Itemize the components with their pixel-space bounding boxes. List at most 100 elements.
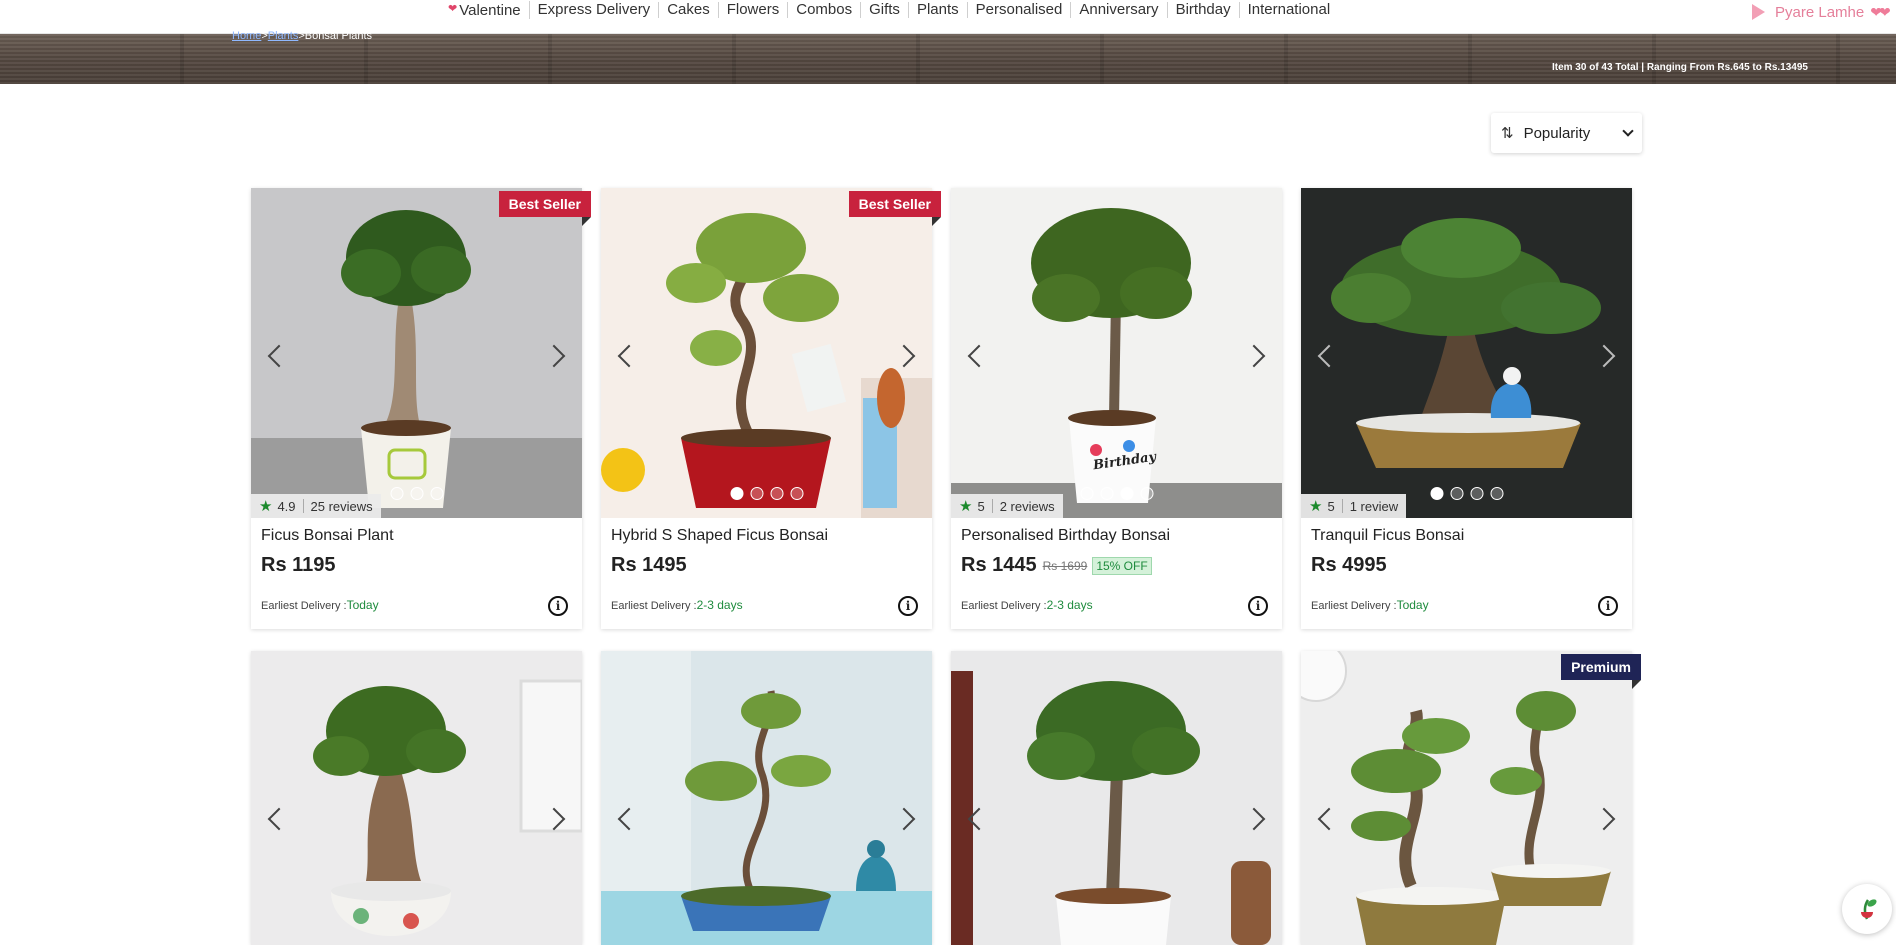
carousel-dot[interactable] xyxy=(1100,487,1113,500)
product-card[interactable] xyxy=(251,651,582,945)
product-price: Rs 1445 Rs 1699 15% OFF xyxy=(961,554,1152,577)
carousel-dot[interactable] xyxy=(1120,487,1133,500)
original-price: Rs 1699 xyxy=(1042,558,1088,573)
item-count-text: Item 30 of 43 Total | Ranging From Rs.64… xyxy=(1551,62,1808,73)
hearts-icon: ❤❤ xyxy=(1870,3,1891,20)
delivery-value: 2-3 days xyxy=(1046,598,1093,612)
nav-item-birthday[interactable]: Birthday xyxy=(1168,2,1240,18)
carousel-dot[interactable] xyxy=(770,487,783,500)
nav-item-cakes[interactable]: Cakes xyxy=(659,2,719,18)
product-card[interactable]: Birthday ★ 5 2 reviews Personalised Birt… xyxy=(951,188,1282,629)
info-icon[interactable]: i xyxy=(1598,596,1618,616)
price-value: Rs 1495 xyxy=(611,554,687,576)
product-title[interactable]: Tranquil Ficus Bonsai xyxy=(1311,527,1464,545)
product-title[interactable]: Personalised Birthday Bonsai xyxy=(961,527,1170,545)
carousel-dot[interactable] xyxy=(390,487,403,500)
product-card[interactable]: Best Seller Hybrid S Shaped Ficus Bonsai… xyxy=(601,188,942,629)
product-price: Rs 4995 xyxy=(1311,554,1387,577)
delivery-label: Earliest Delivery : xyxy=(611,600,697,612)
carousel-dot[interactable] xyxy=(1450,487,1463,500)
delivery-info: Earliest Delivery :2-3 days xyxy=(961,598,1093,612)
carousel-dot[interactable] xyxy=(1470,487,1483,500)
carousel-dot[interactable] xyxy=(430,487,443,500)
product-title[interactable]: Hybrid S Shaped Ficus Bonsai xyxy=(611,527,828,545)
product-image[interactable]: ★ 4.9 25 reviews xyxy=(251,188,582,518)
image-carousel-dots xyxy=(1080,487,1153,500)
review-count: 25 reviews xyxy=(310,498,373,514)
sort-icon: ⇅ xyxy=(1501,125,1514,142)
ficus-bonsai-photo xyxy=(251,188,582,518)
breadcrumb-current: Bonsai Plants xyxy=(304,30,373,42)
delivery-info: Earliest Delivery :2-3 days xyxy=(611,598,743,612)
product-card[interactable]: ★ 5 1 review Tranquil Ficus Bonsai Rs 49… xyxy=(1301,188,1632,629)
review-count: 2 reviews xyxy=(999,498,1055,514)
product-image[interactable] xyxy=(601,651,932,945)
info-icon[interactable]: i xyxy=(548,596,568,616)
premium-badge: Premium xyxy=(1561,654,1641,689)
breadcrumb-home-link[interactable]: Home xyxy=(232,30,261,42)
carousel-dot[interactable] xyxy=(410,487,423,500)
nav-item-plants[interactable]: Plants xyxy=(909,2,968,18)
tranquil-bonsai-photo xyxy=(1301,188,1632,518)
top-navigation: ❤ Valentine Express Delivery Cakes Flower… xyxy=(0,0,1896,34)
plant-logo-icon xyxy=(1861,899,1877,920)
carousel-dot[interactable] xyxy=(1140,487,1153,500)
discount-badge: 15% OFF xyxy=(1092,556,1152,575)
carousel-dot[interactable] xyxy=(730,487,743,500)
product-card[interactable] xyxy=(951,651,1282,945)
info-icon[interactable]: i xyxy=(1248,596,1268,616)
nav-item-personalised[interactable]: Personalised xyxy=(968,2,1072,18)
divider xyxy=(302,499,304,513)
nav-item-international[interactable]: International xyxy=(1240,2,1339,18)
nav-item-combos[interactable]: Combos xyxy=(788,2,862,18)
delivery-info: Earliest Delivery :Today xyxy=(1311,598,1429,612)
carousel-dot[interactable] xyxy=(750,487,763,500)
info-icon[interactable]: i xyxy=(898,596,918,616)
heart-icon: ❤ xyxy=(448,3,458,15)
product-price: Rs 1195 xyxy=(261,554,336,577)
delivery-value: Today xyxy=(1396,598,1429,612)
delivery-label: Earliest Delivery : xyxy=(961,600,1047,612)
star-icon: ★ xyxy=(259,498,273,515)
rating-value: 4.9 xyxy=(277,498,296,514)
review-count: 1 review xyxy=(1349,498,1399,514)
ficus-tree-photo xyxy=(951,651,1282,945)
delivery-label: Earliest Delivery : xyxy=(1311,600,1397,612)
product-card[interactable]: ★ 4.9 25 reviews Best Seller Ficus Bonsa… xyxy=(251,188,592,629)
nav-item-valentine[interactable]: ❤ Valentine xyxy=(440,1,530,19)
product-price: Rs 1495 xyxy=(611,554,687,577)
carousel-dot[interactable] xyxy=(790,487,803,500)
bonsai-buddha-photo xyxy=(601,651,932,945)
product-image[interactable] xyxy=(951,651,1282,945)
delivery-value: 2-3 days xyxy=(696,598,743,612)
product-card[interactable]: Premium xyxy=(1301,651,1641,945)
nav-item-anniversary[interactable]: Anniversary xyxy=(1071,2,1168,18)
nav-item-gifts[interactable]: Gifts xyxy=(861,2,909,18)
product-image[interactable] xyxy=(601,188,932,518)
star-icon: ★ xyxy=(959,498,973,515)
best-seller-badge: Best Seller xyxy=(848,191,942,226)
carousel-dot[interactable] xyxy=(1490,487,1503,500)
breadcrumb-plants-link[interactable]: Plants xyxy=(268,30,299,42)
product-image[interactable]: Birthday ★ 5 2 reviews xyxy=(951,188,1282,518)
twin-bonsai-photo xyxy=(1301,651,1632,945)
s-shaped-bonsai-photo xyxy=(601,188,932,518)
product-image[interactable] xyxy=(251,651,582,945)
sort-dropdown[interactable]: ⇅ Popularity xyxy=(1491,113,1642,153)
pyare-lamhe-promo[interactable]: Pyare Lamhe ❤❤ xyxy=(1752,0,1891,24)
rating-value: 5 xyxy=(977,498,985,514)
carousel-dot[interactable] xyxy=(1430,487,1443,500)
breadcrumb: Home>Plants>Bonsai Plants xyxy=(232,30,372,42)
promo-label: Pyare Lamhe xyxy=(1775,3,1865,21)
product-card[interactable] xyxy=(601,651,932,945)
chat-widget-button[interactable] xyxy=(1842,884,1892,934)
rating-value: 5 xyxy=(1327,498,1335,514)
nav-item-express-delivery[interactable]: Express Delivery xyxy=(530,2,660,18)
nav-item-flowers[interactable]: Flowers xyxy=(719,2,789,18)
play-icon xyxy=(1752,4,1765,20)
carousel-dot[interactable] xyxy=(1080,487,1093,500)
product-title[interactable]: Ficus Bonsai Plant xyxy=(261,527,394,545)
chevron-down-icon xyxy=(1622,125,1634,137)
product-image[interactable]: ★ 5 1 review xyxy=(1301,188,1632,518)
product-image[interactable] xyxy=(1301,651,1632,945)
